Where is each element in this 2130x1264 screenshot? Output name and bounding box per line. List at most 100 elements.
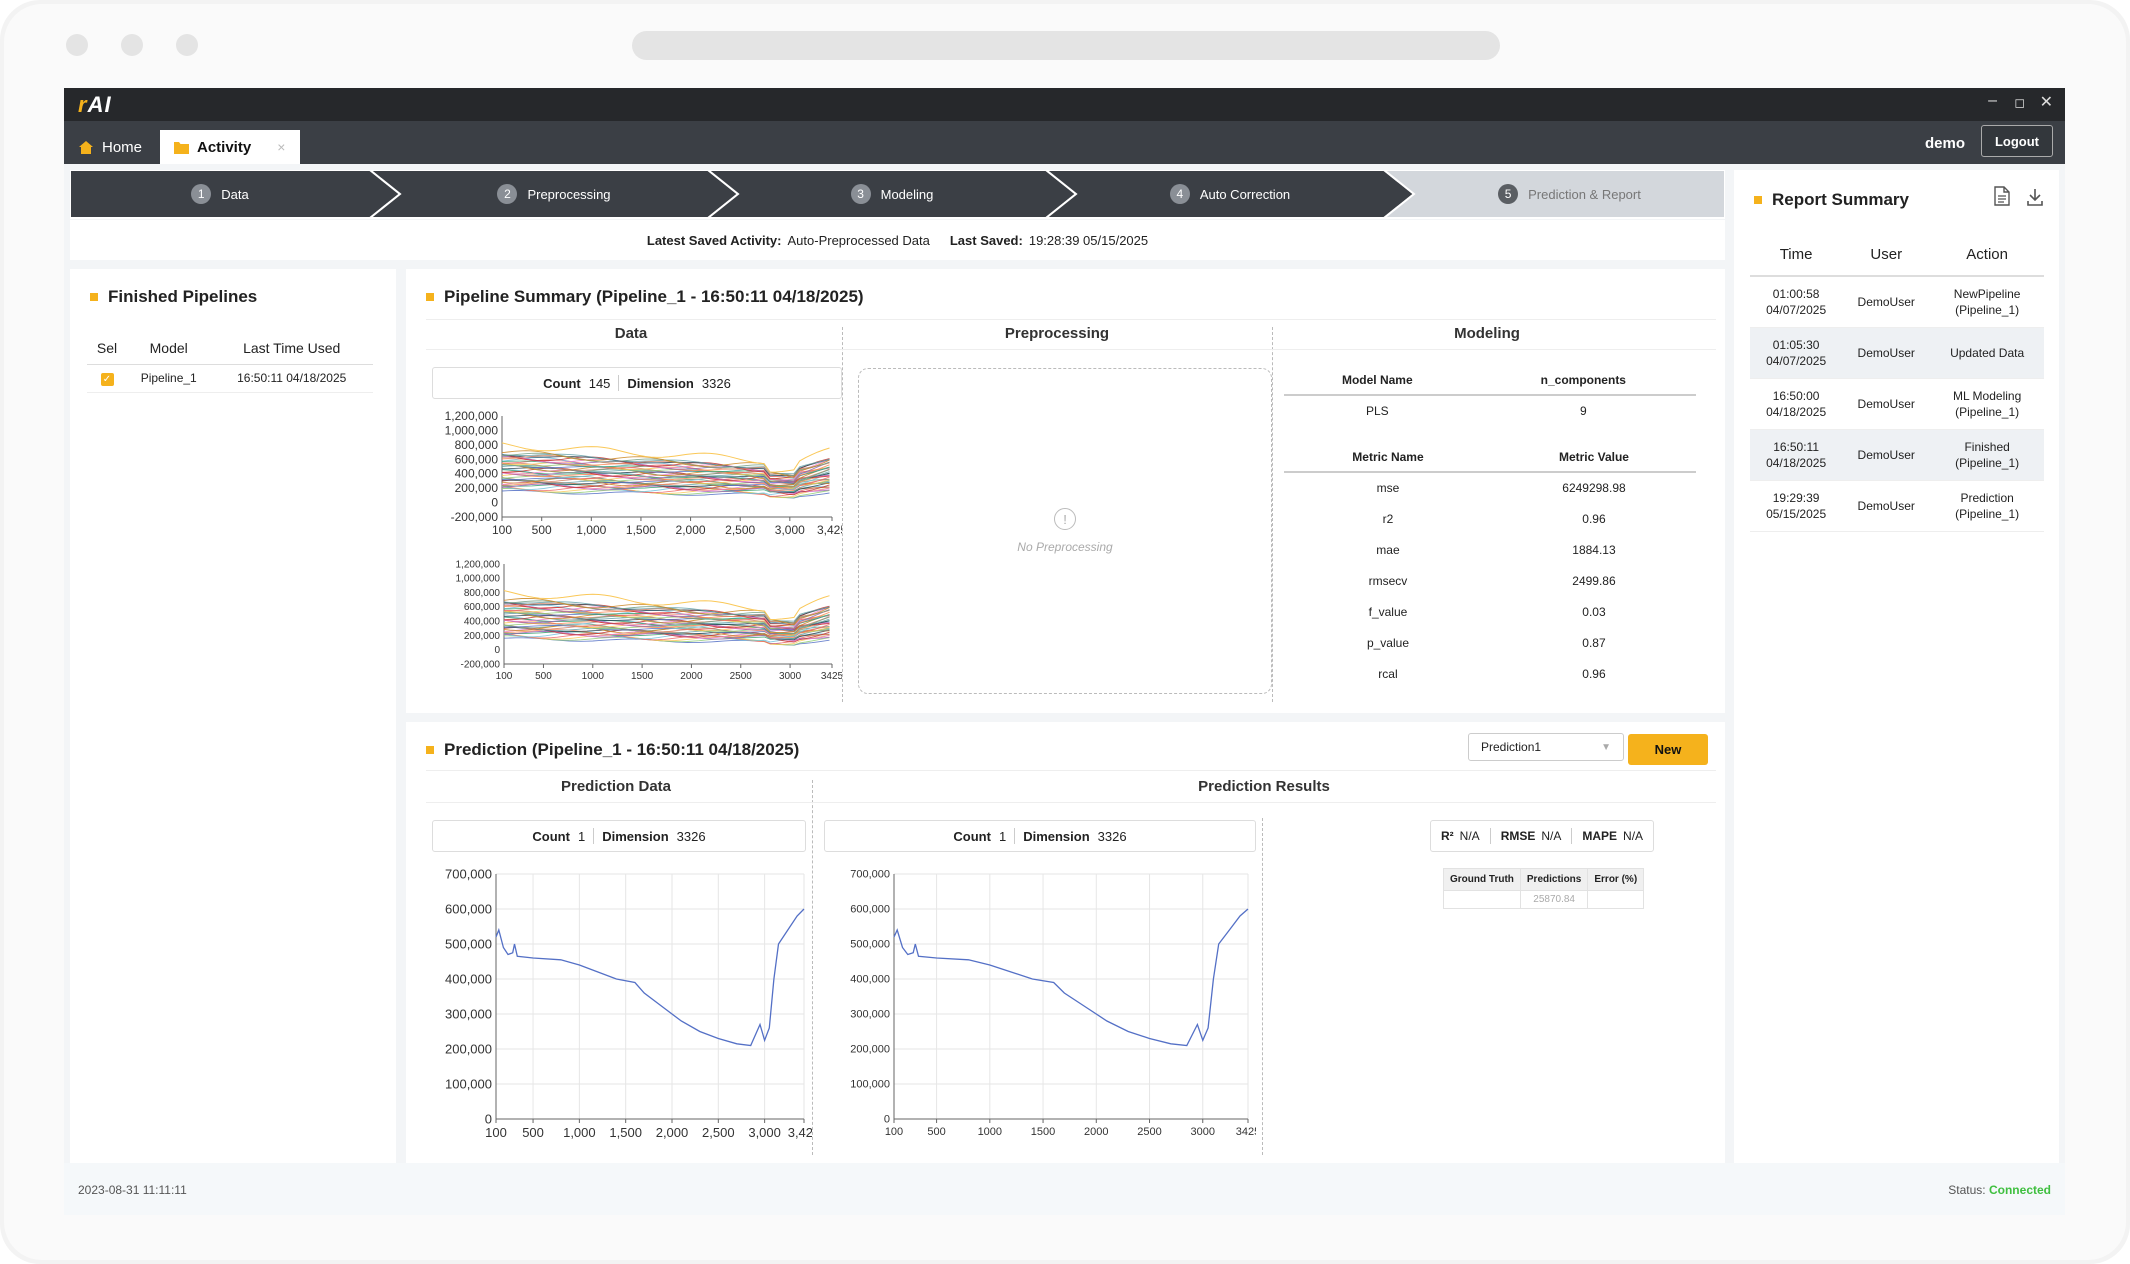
- predictions-cell: 25870.84: [1519, 890, 1589, 909]
- x-tick-label: 1500: [631, 671, 654, 682]
- y-tick-label: 0: [494, 645, 500, 656]
- checkbox[interactable]: ✓: [100, 372, 114, 386]
- metric-name: mse: [1376, 481, 1400, 495]
- y-tick-label: -200,000: [451, 510, 499, 524]
- minimize-icon[interactable]: –: [1988, 92, 1997, 110]
- n-components-cell: 9: [1579, 404, 1587, 418]
- download-icon[interactable]: [2026, 188, 2044, 211]
- step-data[interactable]: 1 Data: [70, 170, 370, 218]
- col-last-used: Last Time Used: [210, 332, 373, 365]
- window-close-dot[interactable]: [66, 34, 88, 56]
- metric-value: 1884.13: [1572, 542, 1616, 557]
- y-tick-label: 400,000: [464, 616, 501, 627]
- window-zoom-dot[interactable]: [176, 34, 198, 56]
- window-minimize-dot[interactable]: [121, 34, 143, 56]
- col-model-name: Model Name: [1284, 365, 1471, 396]
- x-tick-label: 1500: [1031, 1126, 1055, 1138]
- step-modeling[interactable]: 3 Modeling: [738, 170, 1046, 218]
- workflow-stepper: 1 Data 2 Preprocessing 3 Modeling 4 Auto Cor…: [70, 170, 1725, 220]
- divider: [426, 802, 1716, 803]
- y-tick-label: 400,000: [445, 971, 492, 986]
- action-value: Prediction: [1960, 490, 2014, 505]
- prediction-select[interactable]: Prediction1 ▼: [1468, 733, 1624, 761]
- finished-title: Finished Pipelines: [108, 287, 258, 306]
- metric-table: Metric Name Metric Value mse 6249298.98 r2…: [1284, 442, 1696, 689]
- mape-value: N/A: [1623, 829, 1644, 843]
- col-metric-value: Metric Value: [1491, 442, 1696, 473]
- divider: [426, 349, 1716, 350]
- tab-activity[interactable]: Activity ×: [160, 130, 300, 164]
- saved-time-value: 19:28:39 05/15/2025: [1028, 232, 1149, 248]
- x-tick-label: 100: [492, 523, 512, 537]
- y-tick-label: 200,000: [464, 631, 501, 642]
- y-tick-label: 300,000: [445, 1006, 492, 1021]
- tab-close-icon[interactable]: ×: [277, 139, 285, 155]
- table-row[interactable]: 19:29:39 05/15/2025 DemoUser Prediction (P…: [1750, 480, 2044, 532]
- user-cell: DemoUser: [1842, 480, 1931, 532]
- user-name: demo: [1924, 135, 1965, 152]
- x-tick-label: 1000: [582, 671, 605, 682]
- logout-button[interactable]: Logout: [1981, 125, 2053, 157]
- table-row: f_value 0.03: [1284, 596, 1696, 627]
- table-row[interactable]: 16:50:11 04/18/2025 DemoUser Finished (Pip…: [1750, 429, 2044, 481]
- x-tick-label: 1,000: [576, 523, 606, 537]
- table-row: rcal 0.96: [1284, 658, 1696, 689]
- report-table: Time User Action 01:00:58 04/07/2025 DemoUs…: [1750, 234, 2044, 532]
- action-target: (Pipeline_1): [1955, 506, 2020, 521]
- new-prediction-button[interactable]: New: [1628, 734, 1708, 765]
- x-tick-label: 2,500: [702, 1125, 735, 1140]
- divider: [812, 780, 813, 1155]
- dimension-value: 3326: [701, 375, 731, 391]
- saved-time-key: Last Saved:: [949, 232, 1023, 248]
- date-value: 04/18/2025: [1766, 404, 1827, 419]
- raw-spectra-chart: 1,200,0001,000,000800,000600,000400,0002…: [445, 409, 842, 537]
- y-tick-label: 1,000,000: [445, 423, 499, 437]
- step-preprocessing[interactable]: 2 Preprocessing: [400, 170, 708, 218]
- step-number: 2: [497, 184, 518, 204]
- table-row[interactable]: 01:05:30 04/07/2025 DemoUser Updated Data: [1750, 327, 2044, 379]
- x-tick-label: 2000: [1084, 1126, 1108, 1138]
- tab-home[interactable]: Home: [64, 130, 156, 164]
- x-tick-label: 2,500: [725, 523, 755, 537]
- document-icon[interactable]: [1994, 186, 2010, 211]
- time-value: 19:29:39: [1772, 490, 1820, 505]
- no-preprocessing-text: No Preprocessing: [1017, 540, 1113, 554]
- col-sel: Sel: [87, 332, 127, 365]
- connection-status: Status: Connected: [1948, 1183, 2051, 1197]
- x-tick-label: 100: [485, 1125, 507, 1140]
- x-tick-label: 3,425: [788, 1125, 812, 1140]
- step-label: Modeling: [880, 186, 934, 202]
- status-label: Status:: [1948, 1183, 1986, 1197]
- table-row: 25870.84: [1443, 890, 1645, 909]
- metric-name: p_value: [1366, 635, 1409, 650]
- table-row[interactable]: 16:50:00 04/18/2025 DemoUser ML Modeling(…: [1750, 378, 2044, 430]
- saved-activity-key: Latest Saved Activity:: [646, 232, 782, 248]
- step-prediction-report[interactable]: 5 Prediction & Report: [1414, 170, 1725, 218]
- step-auto-correction[interactable]: 4 Auto Correction: [1076, 170, 1384, 218]
- pipelines-table: Sel Model Last Time Used ✓ Pipeline_1 16:5…: [87, 332, 373, 393]
- col-metric-name: Metric Name: [1284, 442, 1492, 473]
- x-tick-label: 2500: [730, 671, 753, 682]
- action-cell: Prediction (Pipeline_1): [1930, 480, 2044, 532]
- address-bar[interactable]: [632, 31, 1500, 60]
- table-row[interactable]: ✓ Pipeline_1 16:50:11 04/18/2025: [87, 364, 373, 393]
- maximize-icon[interactable]: ◻: [2014, 95, 2025, 111]
- metric-name: r2: [1382, 511, 1394, 526]
- col-time: Time: [1750, 234, 1843, 277]
- date-value: 04/18/2025: [1766, 455, 1827, 470]
- prediction-results-table: Ground Truth Predictions Error (%) 25870.8…: [1443, 868, 1645, 909]
- close-icon[interactable]: ✕: [2040, 92, 2053, 112]
- divider: [593, 828, 595, 844]
- y-tick-label: -200,000: [461, 659, 501, 670]
- rmse-value: N/A: [1541, 829, 1562, 843]
- table-row[interactable]: 01:00:58 04/07/2025 DemoUser NewPipeline(…: [1750, 276, 2044, 328]
- step-number: 3: [850, 184, 871, 204]
- processed-spectra-chart: 1,200,000 1,000,000 800,000 600,000 400,000 2…: [456, 559, 843, 682]
- x-tick-label: 1000: [978, 1126, 1002, 1138]
- x-tick-label: 500: [535, 671, 552, 682]
- step-label: Preprocessing: [527, 186, 611, 202]
- user-cell: DemoUser: [1842, 276, 1931, 328]
- chevron-down-icon: ▼: [1601, 741, 1611, 753]
- col-user: User: [1842, 234, 1931, 277]
- count-value: 1: [577, 828, 586, 844]
